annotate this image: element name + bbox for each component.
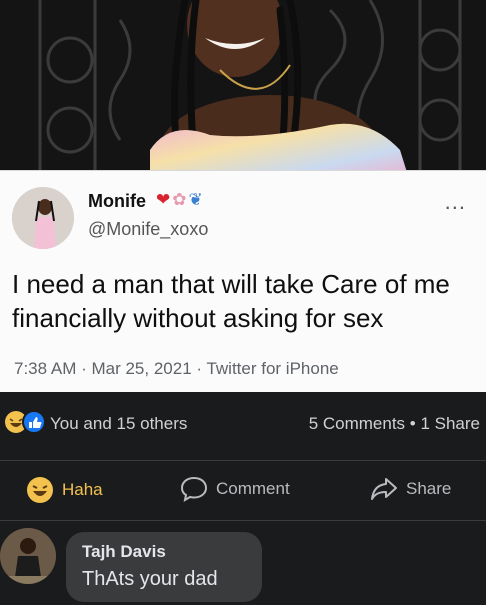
haha-label: Haha: [62, 480, 103, 499]
share-label: Share: [406, 479, 452, 498]
divider: [0, 520, 486, 521]
comment-bubble[interactable]: Tajh Davis ThAts your dad: [66, 532, 262, 602]
reaction-icons[interactable]: [4, 410, 48, 434]
comment-text: ThAts your dad: [82, 568, 218, 590]
share-button[interactable]: Share: [370, 476, 451, 502]
comment-author[interactable]: Tajh Davis: [82, 542, 166, 562]
haha-icon: [27, 477, 53, 503]
post-photo[interactable]: [0, 0, 486, 182]
avatar-image: [0, 528, 56, 584]
more-options-icon[interactable]: ...: [445, 189, 466, 215]
action-bar: Haha Comment Share: [0, 466, 486, 514]
flower-icon: ✿: [172, 190, 187, 209]
tweet-card[interactable]: Monife ❤ ✿ ❦ @Monife_xoxo ... I need a m…: [0, 170, 486, 392]
tweet-meta: 7:38 AM · Mar 25, 2021 · Twitter for iPh…: [14, 359, 339, 378]
tweet-avatar[interactable]: [12, 187, 74, 249]
reactions-count[interactable]: You and 15 others: [50, 414, 187, 434]
commenter-avatar[interactable]: [0, 528, 56, 584]
avatar-image: [12, 187, 74, 249]
post-stats: You and 15 others 5 Comments • 1 Share: [0, 396, 486, 452]
divider: [0, 460, 486, 461]
name-badges: ❤ ✿ ❦: [156, 190, 203, 210]
butterfly-icon: ❦: [188, 190, 203, 209]
share-icon: [371, 478, 397, 500]
comment-label: Comment: [216, 479, 290, 498]
haha-button[interactable]: Haha: [26, 476, 103, 504]
comments-shares-count[interactable]: 5 Comments • 1 Share: [309, 414, 480, 434]
tweet-text: I need a man that will take Care of me f…: [12, 269, 450, 333]
photo-illustration: [0, 0, 486, 182]
tweet-display-name[interactable]: Monife: [88, 191, 146, 212]
tweet-handle[interactable]: @Monife_xoxo: [88, 219, 208, 240]
comment-icon: [180, 476, 208, 502]
facebook-post: Monife ❤ ✿ ❦ @Monife_xoxo ... I need a m…: [0, 0, 486, 605]
comment-button[interactable]: Comment: [180, 476, 290, 502]
heart-icon: ❤: [156, 190, 171, 209]
